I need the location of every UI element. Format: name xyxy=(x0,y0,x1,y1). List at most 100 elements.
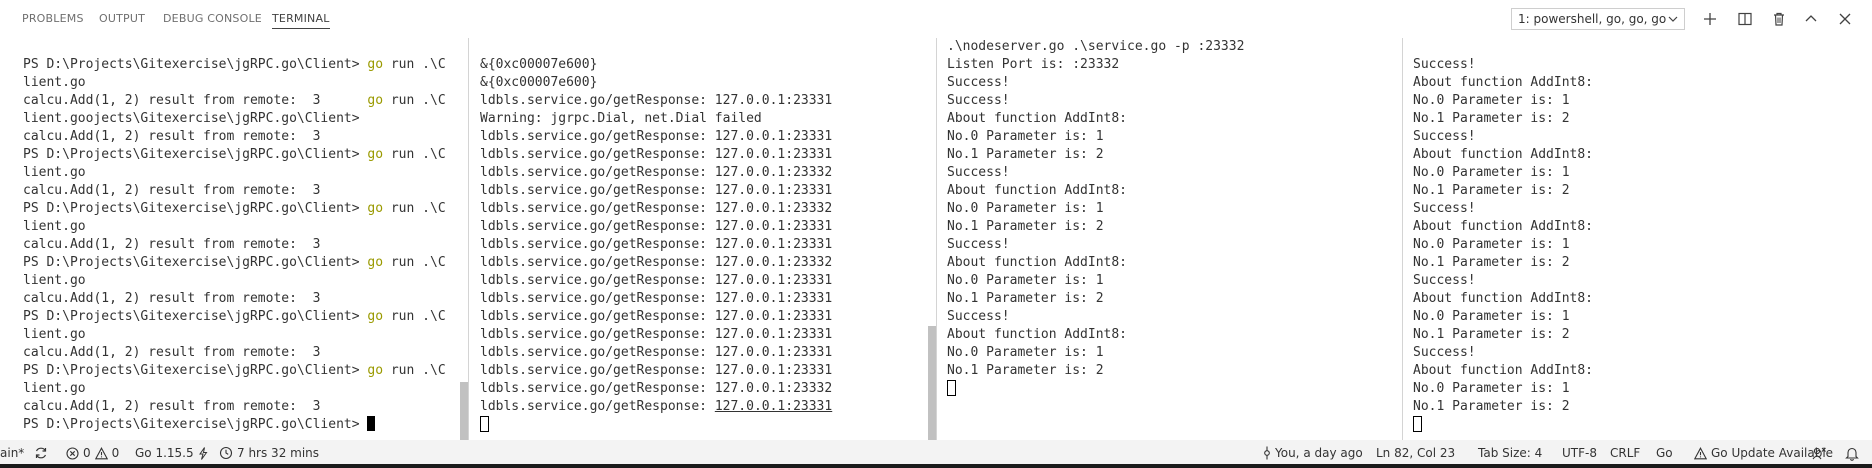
terminal-line: No.1 Parameter is: 2 xyxy=(947,146,1402,164)
terminal-line: No.0 Parameter is: 1 xyxy=(1413,92,1872,110)
terminal-line: lient.go xyxy=(23,272,468,290)
terminal-line: About function AddInt8: xyxy=(1413,146,1872,164)
cursor-position-status[interactable]: Ln 82, Col 23 xyxy=(1376,444,1455,462)
terminal-line: ldbls.service.go/getResponse: 127.0.0.1:… xyxy=(480,290,936,308)
terminal-line: ldbls.service.go/getResponse: 127.0.0.1:… xyxy=(480,128,936,146)
terminal-line: calcu.Add(1, 2) result from remote: 3 xyxy=(23,128,468,146)
terminal-line-text: About function AddInt8: xyxy=(947,327,1128,342)
terminal-line-text: No.0 Parameter is: 1 xyxy=(1413,93,1570,108)
git-blame-status[interactable]: You, a day ago xyxy=(1263,444,1363,462)
terminal-line-text: Success! xyxy=(947,75,1010,90)
error-icon xyxy=(66,446,79,460)
close-icon xyxy=(1837,11,1853,27)
terminal-line-text: lient.goojects\Gitexercise\jgRPC.go\Clie… xyxy=(23,111,360,126)
terminal-line-text: ldbls.service.go/getResponse: 127.0.0.1:… xyxy=(480,363,833,378)
command-args: run .\C xyxy=(383,147,446,162)
warning-count: 0 xyxy=(111,446,120,460)
terminal-line-text: About function AddInt8: xyxy=(1413,219,1594,234)
terminal-select-value: 1: powershell, go, go, go xyxy=(1518,12,1667,26)
terminal-line: ldbls.service.go/getResponse: 127.0.0.1:… xyxy=(480,200,936,218)
tab-terminal[interactable]: TERMINAL xyxy=(272,12,330,30)
terminal-line xyxy=(480,416,936,434)
terminal-line-text: lient.go xyxy=(23,75,86,90)
tab-size-status[interactable]: Tab Size: 4 xyxy=(1478,444,1542,462)
terminal-line: lient.go xyxy=(23,326,468,344)
lightning-icon xyxy=(198,446,208,460)
terminal-pane-1[interactable]: PS D:\Projects\Gitexercise\jgRPC.go\Clie… xyxy=(0,38,468,440)
kill-terminal-button[interactable] xyxy=(1768,8,1790,30)
tab-output[interactable]: OUTPUT xyxy=(99,12,145,30)
command-keyword: go xyxy=(367,309,384,324)
terminal-line-text: Success! xyxy=(1413,129,1476,144)
tab-debug-console[interactable]: DEBUG CONSOLE xyxy=(163,12,262,30)
terminal-line: calcu.Add(1, 2) result from remote: 3 xyxy=(23,398,468,416)
terminal-line-text: No.1 Parameter is: 2 xyxy=(1413,327,1570,342)
scrollbar-thumb[interactable] xyxy=(928,326,936,440)
terminal-line-text: No.0 Parameter is: 1 xyxy=(1413,309,1570,324)
terminal-line-text: No.0 Parameter is: 1 xyxy=(947,273,1104,288)
terminal-line: PS D:\Projects\Gitexercise\jgRPC.go\Clie… xyxy=(23,362,468,380)
terminal-line-text: ldbls.service.go/getResponse: 127.0.0.1:… xyxy=(480,291,833,306)
command-keyword: go xyxy=(367,57,384,72)
warning-icon xyxy=(1694,446,1707,460)
terminal-line: No.1 Parameter is: 2 xyxy=(1413,110,1872,128)
encoding: UTF-8 xyxy=(1562,446,1597,460)
maximize-panel-button[interactable] xyxy=(1800,8,1822,30)
terminal-line: ldbls.service.go/getResponse: 127.0.0.1:… xyxy=(480,398,936,416)
terminal-line: lient.goojects\Gitexercise\jgRPC.go\Clie… xyxy=(23,110,468,128)
terminal-line-text: No.1 Parameter is: 2 xyxy=(1413,111,1570,126)
terminal-line: PS D:\Projects\Gitexercise\jgRPC.go\Clie… xyxy=(23,254,468,272)
terminal-line: No.1 Parameter is: 2 xyxy=(1413,398,1872,416)
status-bar: ain* 0 0 Go 1.15.5 7 hrs 32 mins You, a … xyxy=(0,440,1872,468)
new-terminal-button[interactable] xyxy=(1699,8,1721,30)
feedback-button[interactable] xyxy=(1812,444,1827,462)
terminal-line-text: No.1 Parameter is: 2 xyxy=(947,219,1104,234)
terminal-line-text: Success! xyxy=(1413,201,1476,216)
problems-status[interactable]: 0 0 xyxy=(66,444,119,462)
trash-icon xyxy=(1771,11,1787,27)
branch-status[interactable]: ain* xyxy=(0,444,24,462)
terminal-line-text: No.0 Parameter is: 1 xyxy=(1413,165,1570,180)
time-tracker-status[interactable]: 7 hrs 32 mins xyxy=(219,444,319,462)
sync-button[interactable] xyxy=(34,444,48,462)
terminal-line-text: ldbls.service.go/getResponse: 127.0.0.1:… xyxy=(480,273,833,288)
terminal-line-text: calcu.Add(1, 2) result from remote: 3 xyxy=(23,291,321,306)
terminal-line-text: PS D:\Projects\Gitexercise\jgRPC.go\Clie… xyxy=(23,417,368,432)
terminal-line-text: Listen Port is: :23332 xyxy=(947,57,1120,72)
language-status[interactable]: Go xyxy=(1656,444,1673,462)
tab-problems[interactable]: PROBLEMS xyxy=(22,12,84,30)
line-ending-status[interactable]: CRLF xyxy=(1610,444,1640,462)
terminal-pane-3[interactable]: .\nodeserver.go .\service.go -p :23332 Li… xyxy=(937,38,1402,440)
terminal-pane-4[interactable]: Success! About function AddInt8: No.0 Para… xyxy=(1403,38,1872,440)
terminal-line-text: &{0xc00007e600} xyxy=(480,57,598,72)
terminal-line-text: No.0 Parameter is: 1 xyxy=(1413,381,1570,396)
terminal-select[interactable]: 1: powershell, go, go, go xyxy=(1511,8,1685,30)
terminal-line: .\nodeserver.go .\service.go -p :23332 xyxy=(947,38,1402,56)
tab-size: Tab Size: 4 xyxy=(1478,446,1543,460)
terminal-line-text: Success! xyxy=(947,309,1010,324)
terminal-output: &{0xc00007e600} &{0xc00007e600} ldbls.serv… xyxy=(480,38,936,434)
address-link[interactable]: 127.0.0.1:23331 xyxy=(715,399,832,414)
terminal-pane-2[interactable]: &{0xc00007e600} &{0xc00007e600} ldbls.serv… xyxy=(469,38,936,440)
close-panel-button[interactable] xyxy=(1834,8,1856,30)
command-keyword: go xyxy=(367,147,384,162)
command-keyword: go xyxy=(367,201,384,216)
split-terminal-button[interactable] xyxy=(1734,8,1756,30)
terminal-line: calcu.Add(1, 2) result from remote: 3 go… xyxy=(23,92,468,110)
terminal-line: ldbls.service.go/getResponse: 127.0.0.1:… xyxy=(480,254,936,272)
branch-name: ain* xyxy=(0,446,25,460)
scrollbar-thumb[interactable] xyxy=(460,382,468,440)
encoding-status[interactable]: UTF-8 xyxy=(1562,444,1597,462)
command-args: run .\C xyxy=(383,93,446,108)
go-version-status[interactable]: Go 1.15.5 xyxy=(135,444,208,462)
terminal-line: ldbls.service.go/getResponse: 127.0.0.1:… xyxy=(480,272,936,290)
terminal-line: About function AddInt8: xyxy=(947,110,1402,128)
terminal-line-text: No.1 Parameter is: 2 xyxy=(1413,183,1570,198)
notifications-button[interactable] xyxy=(1845,444,1859,462)
terminal-line-text: No.0 Parameter is: 1 xyxy=(1413,237,1570,252)
terminal-line: ldbls.service.go/getResponse: 127.0.0.1:… xyxy=(480,308,936,326)
terminal-line: No.1 Parameter is: 2 xyxy=(947,362,1402,380)
terminal-line: calcu.Add(1, 2) result from remote: 3 xyxy=(23,344,468,362)
